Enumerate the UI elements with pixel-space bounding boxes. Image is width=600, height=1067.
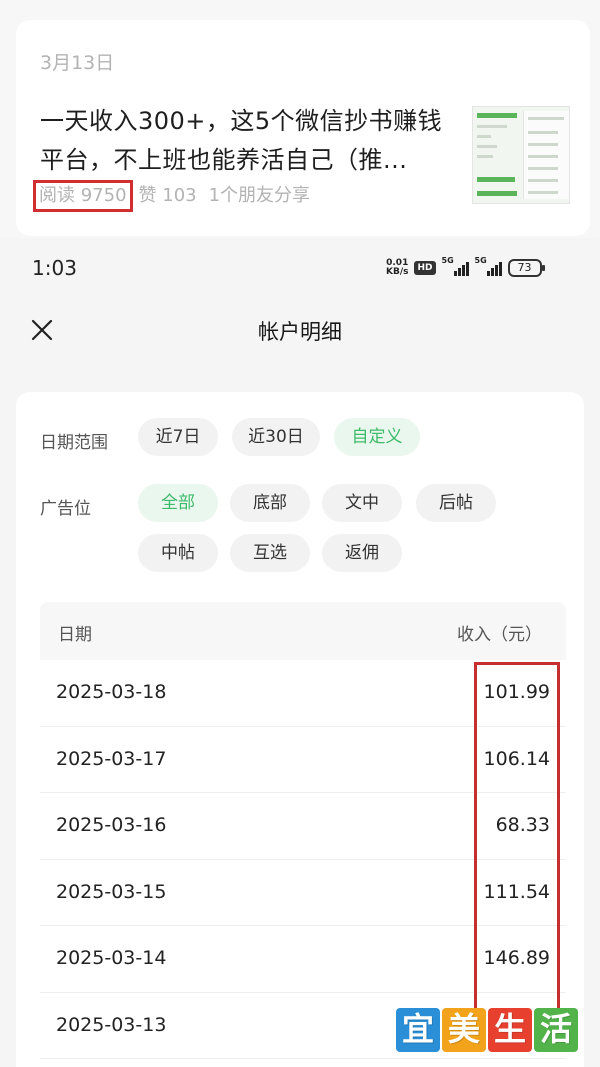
signal-icon: 5G <box>475 256 502 276</box>
column-header-income: 收入（元） <box>457 625 542 645</box>
like-count: 赞 103 <box>138 185 197 206</box>
row-income: 146.89 <box>483 947 550 969</box>
ad-option-all[interactable]: 全部 <box>138 484 218 522</box>
table-row[interactable]: 2025-03-14 146.89 <box>40 926 566 993</box>
article-stats: 阅读 9750 赞 103 1个朋友分享 <box>33 180 311 212</box>
row-income: 111.54 <box>483 880 550 903</box>
ad-option-mid[interactable]: 中帖 <box>138 534 218 572</box>
watermark-logo: 宜 美 生 活 <box>396 1008 578 1052</box>
article-date: 3月13日 <box>40 52 115 74</box>
row-income: 68.33 <box>495 814 550 836</box>
account-detail-screen: 1:03 0.01 KB/s HD 5G 5G 73 帐户明细 日期范围 近7日… <box>0 238 600 1067</box>
table-row[interactable]: 2025-03-18 101.99 <box>40 660 566 727</box>
page-title: 帐户明细 <box>258 320 342 344</box>
ad-option-rebate[interactable]: 返佣 <box>322 534 402 572</box>
column-header-date: 日期 <box>58 625 92 645</box>
date-range-label: 日期范围 <box>40 433 108 453</box>
article-area: 3月13日 一天收入300+，这5个微信抄书赚钱 平台，不上班也能养活自己（推.… <box>0 0 600 238</box>
row-date: 2025-03-13 <box>56 1013 167 1036</box>
table-header: 日期 收入（元） <box>40 602 566 660</box>
close-icon[interactable] <box>30 318 54 342</box>
account-detail-card: 日期范围 近7日 近30日 自定义 广告位 全部 底部 文中 后帖 中帖 互选 … <box>16 392 584 1067</box>
ad-position-label: 广告位 <box>40 499 91 519</box>
date-option-custom[interactable]: 自定义 <box>334 418 420 456</box>
hd-icon: HD <box>414 261 436 275</box>
row-income: 101.99 <box>483 681 550 703</box>
table-row[interactable]: 2025-03-16 68.33 <box>40 793 566 860</box>
row-date: 2025-03-15 <box>56 880 167 903</box>
table-row[interactable]: 2025-03-15 111.54 <box>40 860 566 926</box>
article-thumbnail[interactable] <box>472 106 570 204</box>
status-icons: 0.01 KB/s HD 5G 5G 73 <box>386 256 545 280</box>
date-option-7d[interactable]: 近7日 <box>138 418 218 456</box>
ad-option-in-text[interactable]: 文中 <box>322 484 402 522</box>
watermark-char: 生 <box>488 1008 532 1052</box>
read-count: 阅读 9750 <box>33 180 133 212</box>
table-row[interactable]: 2025-03-17 106.14 <box>40 727 566 793</box>
row-income: 106.14 <box>483 747 550 770</box>
row-date: 2025-03-16 <box>56 814 167 836</box>
battery-icon: 73 <box>507 259 545 277</box>
article-card[interactable]: 3月13日 一天收入300+，这5个微信抄书赚钱 平台，不上班也能养活自己（推.… <box>16 20 590 236</box>
watermark-char: 美 <box>442 1008 486 1052</box>
article-title-line-2: 平台，不上班也能养活自己（推... <box>40 146 408 174</box>
ad-option-post[interactable]: 后帖 <box>416 484 496 522</box>
share-count: 1个朋友分享 <box>208 185 311 206</box>
article-title-line-1: 一天收入300+，这5个微信抄书赚钱 <box>40 107 443 135</box>
article-title[interactable]: 一天收入300+，这5个微信抄书赚钱 平台，不上班也能养活自己（推... <box>40 102 460 180</box>
row-date: 2025-03-17 <box>56 747 167 770</box>
status-time: 1:03 <box>32 256 77 280</box>
status-bar: 1:03 0.01 KB/s HD 5G 5G 73 <box>0 238 600 298</box>
signal-icon: 5G <box>442 256 469 276</box>
nav-bar: 帐户明细 <box>0 298 600 362</box>
date-option-30d[interactable]: 近30日 <box>232 418 320 456</box>
ad-option-mutual[interactable]: 互选 <box>230 534 310 572</box>
watermark-char: 宜 <box>396 1008 440 1052</box>
watermark-char: 活 <box>534 1008 578 1052</box>
network-speed: 0.01 KB/s <box>386 258 409 277</box>
ad-option-bottom[interactable]: 底部 <box>230 484 310 522</box>
income-table: 日期 收入（元） 2025-03-18 101.99 2025-03-17 10… <box>40 602 566 1059</box>
row-date: 2025-03-14 <box>56 947 167 969</box>
row-date: 2025-03-18 <box>56 681 167 703</box>
